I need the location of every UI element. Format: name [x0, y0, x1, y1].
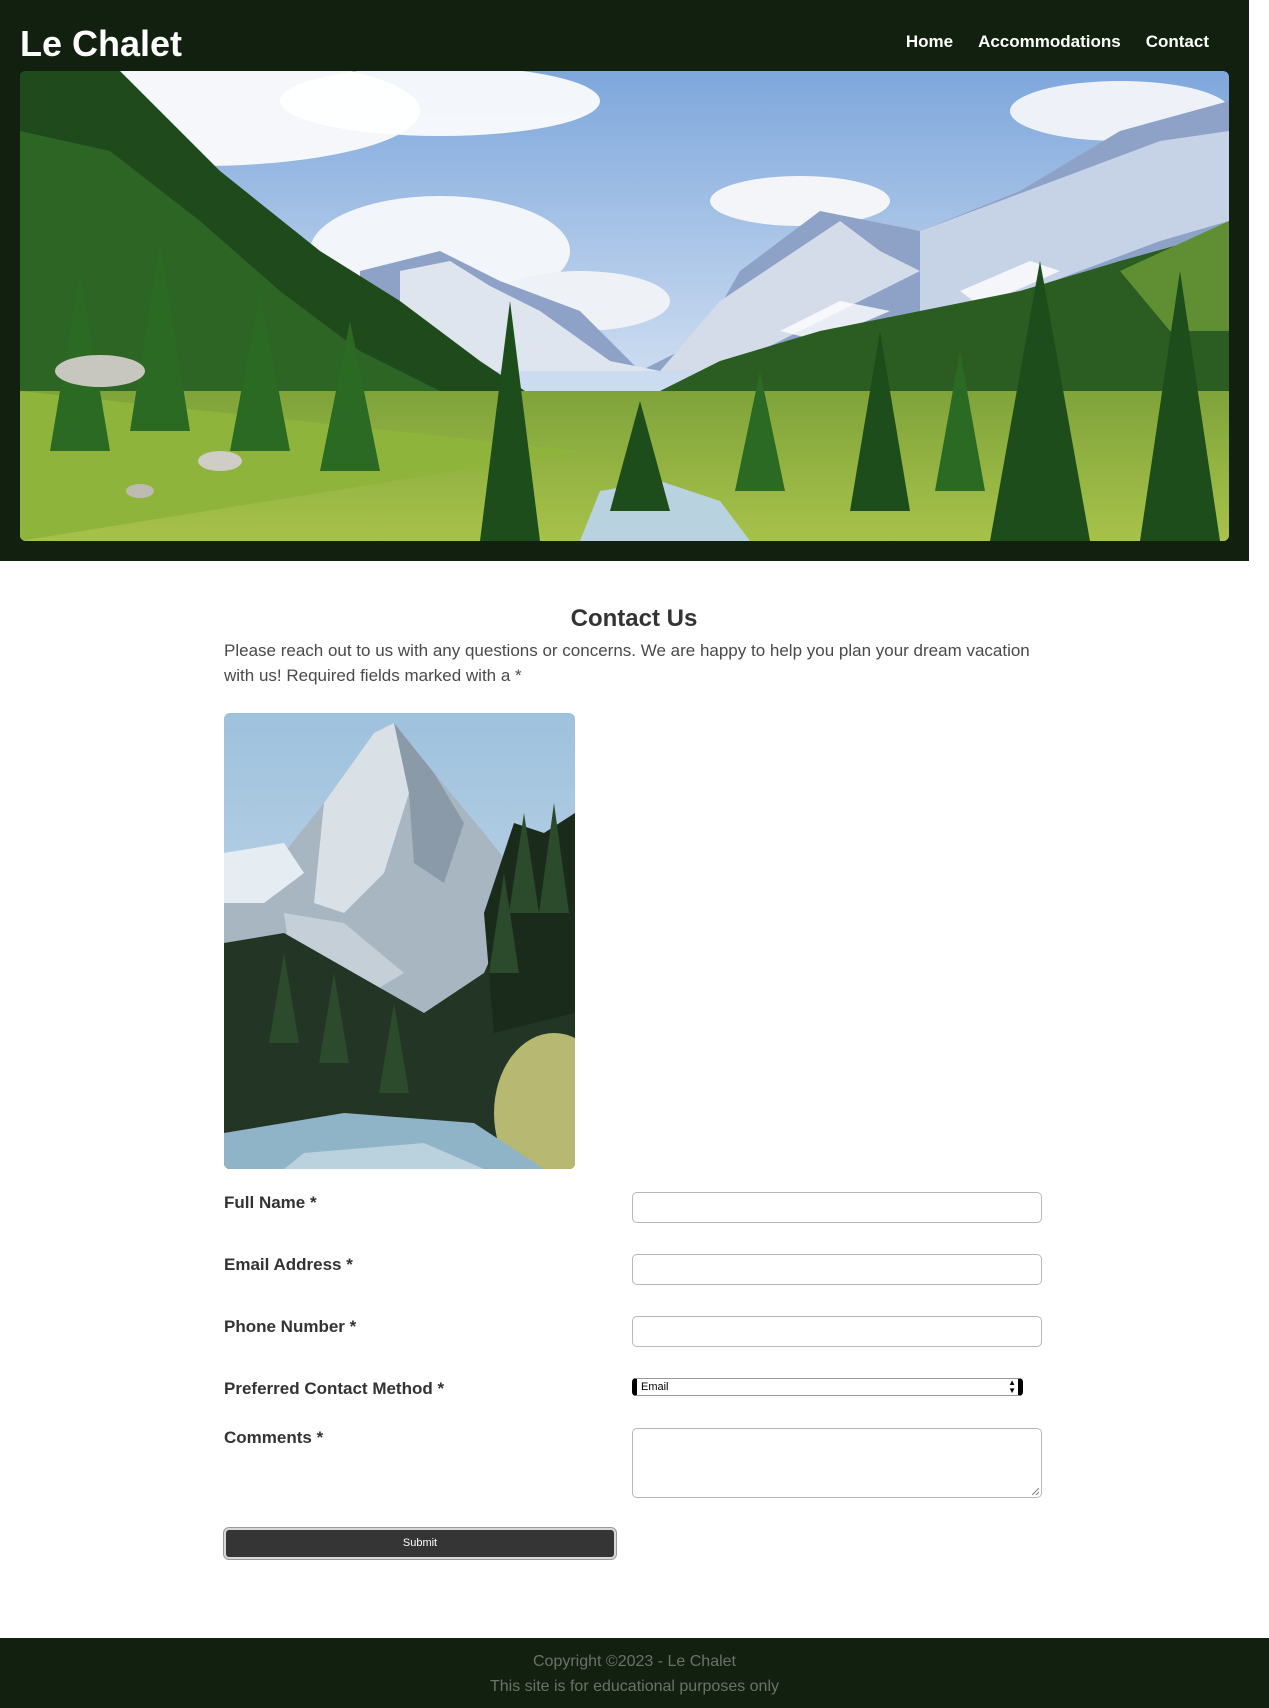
nav-link-accommodations[interactable]: Accommodations — [978, 30, 1121, 54]
site-header: Le Chalet Home Accommodations Contact — [0, 0, 1249, 561]
phone-input[interactable] — [632, 1316, 1042, 1347]
nav-link-contact[interactable]: Contact — [1146, 30, 1209, 54]
contact-method-label: Preferred Contact Method * — [224, 1379, 445, 1398]
site-footer: Copyright ©2023 - Le Chalet This site is… — [0, 1638, 1269, 1708]
intro-text: Please reach out to us with any question… — [224, 641, 1030, 685]
contact-form: Full Name * Email Address * Phone Number… — [224, 1192, 1044, 1592]
nav-link-home[interactable]: Home — [906, 30, 953, 54]
educational-note: This site is for educational purposes on… — [489, 1678, 780, 1695]
email-label: Email Address * — [224, 1255, 353, 1274]
full-name-label: Full Name * — [224, 1193, 317, 1212]
phone-label: Phone Number * — [224, 1317, 357, 1336]
contact-method-select[interactable]: Email ▲ ▼ — [632, 1378, 1023, 1396]
comments-label: Comments * — [224, 1428, 324, 1447]
mountain-photo — [224, 713, 575, 1169]
site-logo-title[interactable]: Le Chalet — [20, 22, 182, 66]
select-arrows-icon: ▲ ▼ — [1008, 1378, 1016, 1395]
hero-image-alpine-valley — [20, 71, 1229, 541]
contact-section: Contact Us Please reach out to us with a… — [224, 600, 1044, 1559]
email-input[interactable] — [632, 1254, 1042, 1285]
resize-grip-icon[interactable] — [1032, 1488, 1039, 1495]
submit-button[interactable]: Submit — [224, 1528, 616, 1559]
copyright-text: Copyright ©2023 - Le Chalet — [532, 1653, 736, 1670]
main-nav: Home Accommodations Contact — [906, 30, 1209, 54]
comments-textarea[interactable] — [632, 1428, 1042, 1498]
contact-method-selected-value: Email — [641, 1381, 669, 1393]
full-name-input[interactable] — [632, 1192, 1042, 1223]
page-title: Contact Us — [570, 605, 698, 632]
